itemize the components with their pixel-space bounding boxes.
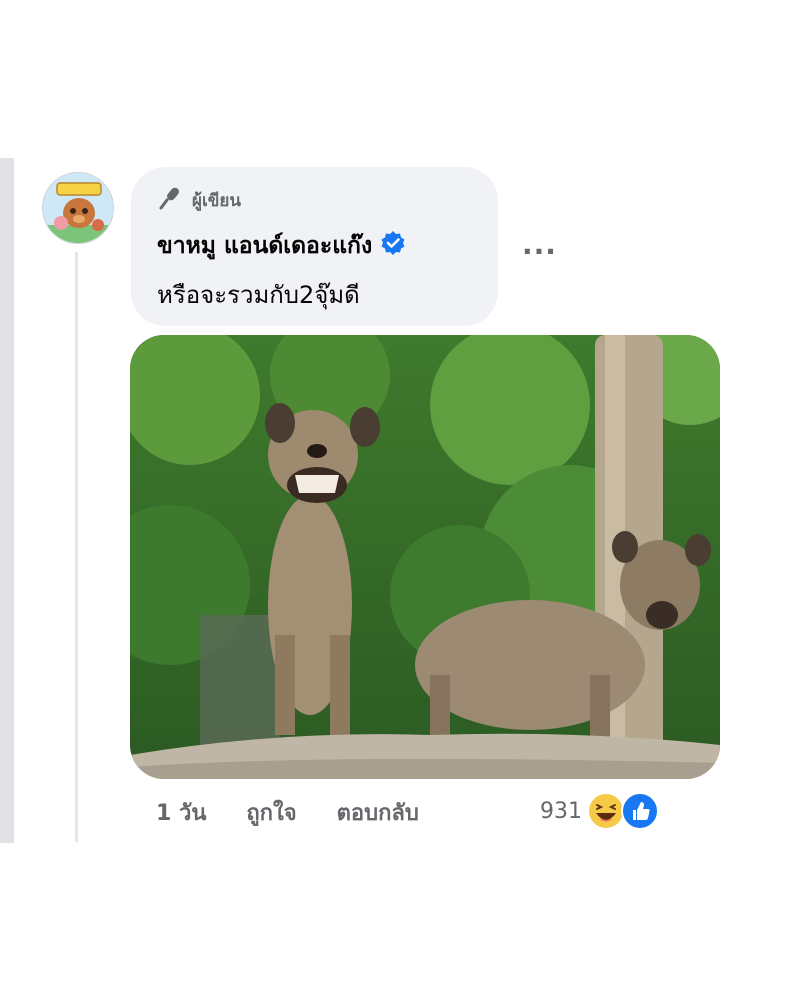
- comment-text: หรือจะรวมกับ2จุ๊มดี: [157, 281, 360, 309]
- more-options-button[interactable]: ...: [522, 228, 557, 261]
- author-badge: ผู้เขียน: [158, 186, 241, 215]
- reaction-count: 931: [540, 798, 582, 824]
- comment-photo[interactable]: [130, 335, 720, 779]
- author-badge-label: ผู้เขียน: [192, 190, 241, 211]
- thread-line: [75, 252, 78, 842]
- reaction-icons: [586, 791, 660, 831]
- reaction-summary[interactable]: 931: [540, 790, 660, 832]
- author-name-row: ขาหมู แอนด์เดอะแก๊ง: [157, 228, 406, 264]
- comment-actions: 1 วัน ถูกใจ ตอบกลับ: [156, 795, 419, 829]
- microphone-icon: [158, 186, 186, 215]
- reply-button[interactable]: ตอบกลับ: [337, 795, 419, 830]
- left-panel-edge: [0, 158, 14, 843]
- comment-time[interactable]: 1 วัน: [156, 795, 206, 830]
- author-name[interactable]: ขาหมู แอนด์เดอะแก๊ง: [157, 228, 372, 264]
- like-button[interactable]: ถูกใจ: [246, 795, 296, 830]
- avatar[interactable]: [42, 172, 114, 244]
- like-icon: [620, 791, 660, 831]
- comment-bubble: ผู้เขียน ขาหมู แอนด์เดอะแก๊ง หรือจะรวมกั…: [131, 167, 498, 326]
- verified-icon: [380, 230, 406, 262]
